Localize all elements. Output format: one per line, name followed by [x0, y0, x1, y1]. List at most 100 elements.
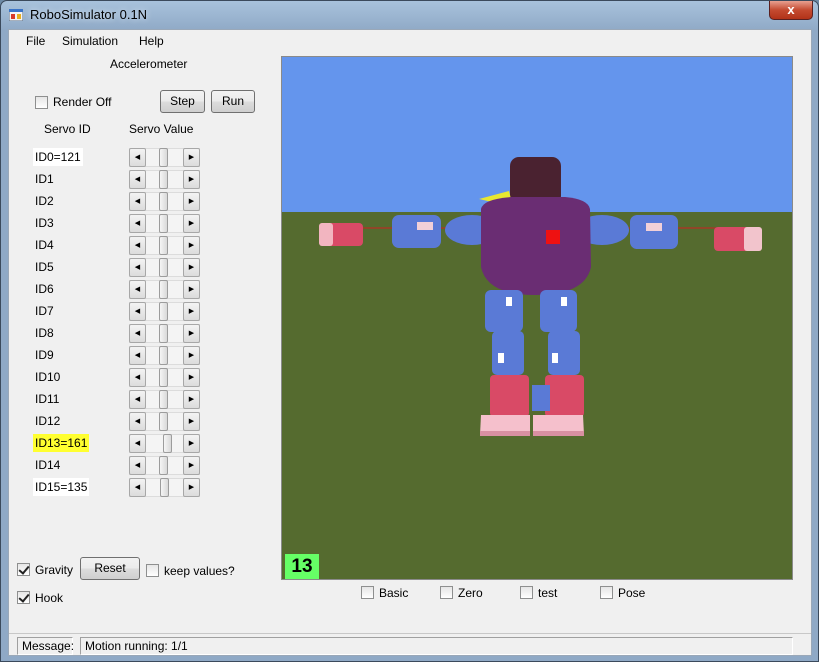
- scroll-right-arrow-icon[interactable]: ▶: [183, 434, 200, 453]
- scroll-right-arrow-icon[interactable]: ▶: [183, 412, 200, 431]
- scroll-right-arrow-icon[interactable]: ▶: [183, 192, 200, 211]
- scroll-left-arrow-icon[interactable]: ◀: [129, 324, 146, 343]
- pose-label: Pose: [618, 586, 646, 600]
- scroll-right-arrow-icon[interactable]: ▶: [183, 258, 200, 277]
- gravity-label: Gravity: [35, 563, 74, 577]
- scroll-thumb[interactable]: [159, 236, 168, 255]
- close-button[interactable]: x: [769, 1, 813, 20]
- servo-value-scrollbar[interactable]: ◀ ▶: [129, 258, 200, 277]
- scroll-thumb[interactable]: [159, 258, 168, 277]
- step-button[interactable]: Step: [160, 90, 205, 113]
- servo-label: ID2: [35, 194, 54, 208]
- scroll-left-arrow-icon[interactable]: ◀: [129, 368, 146, 387]
- scroll-left-arrow-icon[interactable]: ◀: [129, 412, 146, 431]
- scroll-right-arrow-icon[interactable]: ▶: [183, 148, 200, 167]
- hook-checkbox[interactable]: [17, 591, 30, 604]
- servo-value-scrollbar[interactable]: ◀ ▶: [129, 236, 200, 255]
- scroll-thumb[interactable]: [159, 368, 168, 387]
- scroll-thumb[interactable]: [159, 390, 168, 409]
- scroll-left-arrow-icon[interactable]: ◀: [129, 434, 146, 453]
- status-message-label: Message:: [17, 637, 74, 655]
- scroll-right-arrow-icon[interactable]: ▶: [183, 390, 200, 409]
- scroll-thumb[interactable]: [159, 302, 168, 321]
- scroll-left-arrow-icon[interactable]: ◀: [129, 456, 146, 475]
- scroll-left-arrow-icon[interactable]: ◀: [129, 390, 146, 409]
- servo-value-scrollbar[interactable]: ◀ ▶: [129, 456, 200, 475]
- simulation-viewport[interactable]: 13: [281, 56, 793, 580]
- scroll-thumb[interactable]: [163, 434, 172, 453]
- scroll-left-arrow-icon[interactable]: ◀: [129, 280, 146, 299]
- scroll-left-arrow-icon[interactable]: ◀: [129, 192, 146, 211]
- pose-checkbox-basic[interactable]: [361, 586, 374, 599]
- keep-values-checkbox[interactable]: [146, 564, 159, 577]
- menu-help[interactable]: Help: [139, 34, 164, 48]
- scroll-right-arrow-icon[interactable]: ▶: [183, 214, 200, 233]
- scroll-right-arrow-icon[interactable]: ▶: [183, 368, 200, 387]
- robot-scene: [282, 57, 792, 579]
- scroll-thumb[interactable]: [159, 324, 168, 343]
- scroll-right-arrow-icon[interactable]: ▶: [183, 236, 200, 255]
- scroll-left-arrow-icon[interactable]: ◀: [129, 214, 146, 233]
- scroll-left-arrow-icon[interactable]: ◀: [129, 148, 146, 167]
- reset-button[interactable]: Reset: [80, 557, 140, 580]
- servo-value-scrollbar[interactable]: ◀ ▶: [129, 390, 200, 409]
- servo-row: ID0=121 ◀ ▶: [33, 147, 203, 167]
- servo-row: ID12 ◀ ▶: [33, 411, 203, 431]
- servo-value-scrollbar[interactable]: ◀ ▶: [129, 478, 200, 497]
- scroll-thumb[interactable]: [160, 478, 169, 497]
- servo-value-scrollbar[interactable]: ◀ ▶: [129, 434, 200, 453]
- scroll-right-arrow-icon[interactable]: ▶: [183, 456, 200, 475]
- scroll-thumb[interactable]: [159, 148, 168, 167]
- servo-value-scrollbar[interactable]: ◀ ▶: [129, 192, 200, 211]
- pose-checkbox-test[interactable]: [520, 586, 533, 599]
- servo-id-header: Servo ID: [44, 122, 91, 136]
- pose-label: Zero: [458, 586, 483, 600]
- pose-checkbox-zero[interactable]: [440, 586, 453, 599]
- servo-value-scrollbar[interactable]: ◀ ▶: [129, 280, 200, 299]
- scroll-right-arrow-icon[interactable]: ▶: [183, 302, 200, 321]
- scroll-right-arrow-icon[interactable]: ▶: [183, 170, 200, 189]
- scroll-left-arrow-icon[interactable]: ◀: [129, 170, 146, 189]
- pose-checkbox-pose[interactable]: [600, 586, 613, 599]
- menu-simulation[interactable]: Simulation: [62, 34, 118, 48]
- scroll-thumb[interactable]: [159, 170, 168, 189]
- servo-label: ID8: [35, 326, 54, 340]
- scroll-left-arrow-icon[interactable]: ◀: [129, 302, 146, 321]
- scroll-right-arrow-icon[interactable]: ▶: [183, 324, 200, 343]
- accelerometer-label: Accelerometer: [110, 57, 188, 71]
- servo-value-scrollbar[interactable]: ◀ ▶: [129, 148, 200, 167]
- servo-value-scrollbar[interactable]: ◀ ▶: [129, 170, 200, 189]
- servo-value-scrollbar[interactable]: ◀ ▶: [129, 302, 200, 321]
- scroll-thumb[interactable]: [159, 192, 168, 211]
- servo-label: ID13=161: [33, 434, 90, 452]
- render-off-checkbox[interactable]: [35, 96, 48, 109]
- scroll-thumb[interactable]: [159, 346, 168, 365]
- scroll-left-arrow-icon[interactable]: ◀: [129, 258, 146, 277]
- scroll-left-arrow-icon[interactable]: ◀: [129, 346, 146, 365]
- gravity-checkbox[interactable]: [17, 563, 30, 576]
- scroll-right-arrow-icon[interactable]: ▶: [183, 478, 200, 497]
- scroll-left-arrow-icon[interactable]: ◀: [129, 236, 146, 255]
- servo-value-scrollbar[interactable]: ◀ ▶: [129, 412, 200, 431]
- menu-file[interactable]: File: [26, 34, 45, 48]
- scroll-thumb[interactable]: [159, 214, 168, 233]
- scroll-thumb[interactable]: [159, 280, 168, 299]
- scroll-right-arrow-icon[interactable]: ▶: [183, 346, 200, 365]
- servo-value-scrollbar[interactable]: ◀ ▶: [129, 368, 200, 387]
- servo-value-scrollbar[interactable]: ◀ ▶: [129, 214, 200, 233]
- status-bar: Message: Motion running: 1/1: [9, 633, 811, 655]
- servo-label: ID0=121: [33, 148, 83, 166]
- scroll-thumb[interactable]: [159, 456, 168, 475]
- servo-label: ID15=135: [33, 478, 90, 496]
- servo-label: ID10: [35, 370, 61, 384]
- scroll-left-arrow-icon[interactable]: ◀: [129, 478, 146, 497]
- servo-label: ID12: [35, 414, 61, 428]
- title-bar[interactable]: RoboSimulator 0.1N x: [1, 1, 818, 29]
- scroll-thumb[interactable]: [159, 412, 168, 431]
- scroll-right-arrow-icon[interactable]: ▶: [183, 280, 200, 299]
- servo-row: ID5 ◀ ▶: [33, 257, 203, 277]
- run-button[interactable]: Run: [211, 90, 255, 113]
- servo-value-scrollbar[interactable]: ◀ ▶: [129, 324, 200, 343]
- servo-value-scrollbar[interactable]: ◀ ▶: [129, 346, 200, 365]
- servo-row: ID8 ◀ ▶: [33, 323, 203, 343]
